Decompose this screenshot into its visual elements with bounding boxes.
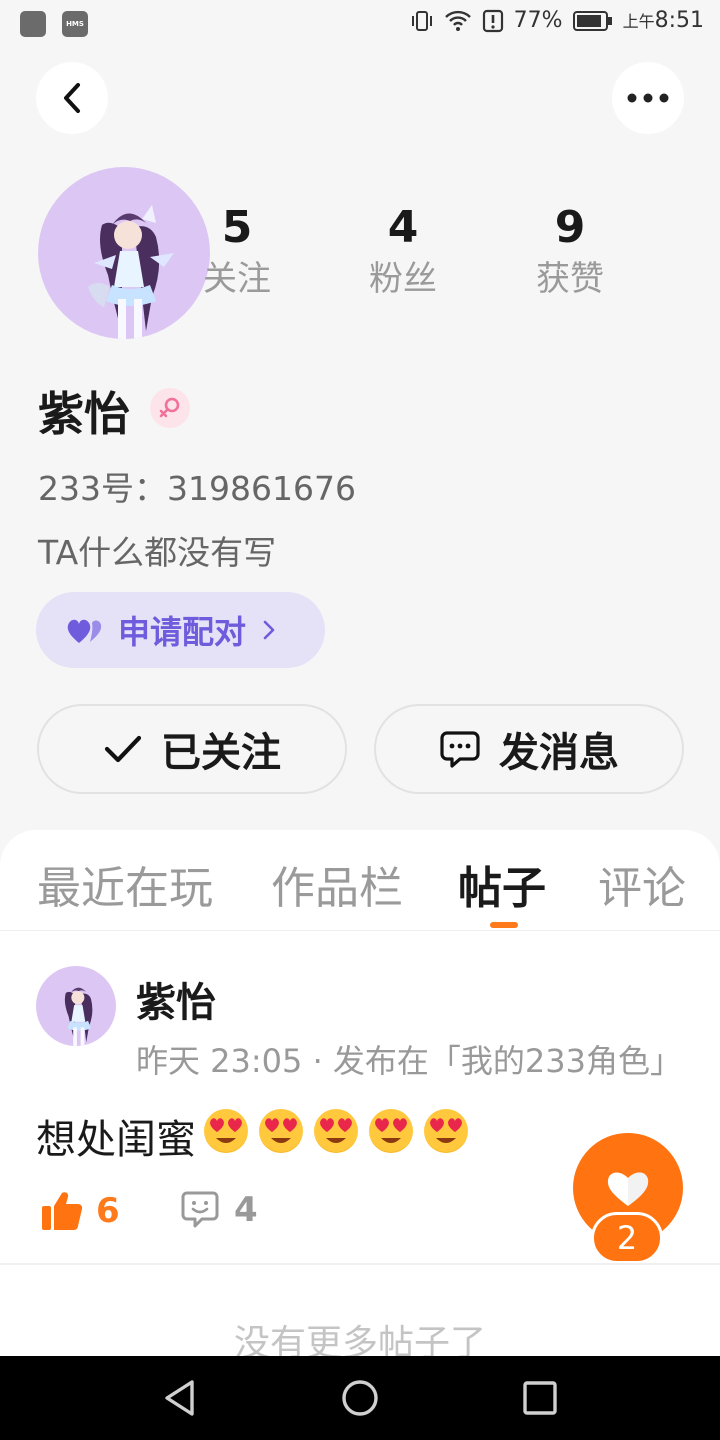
clock: 上午8:51 (622, 8, 704, 33)
comment-count: 4 (234, 1190, 258, 1230)
following-count: 5 (221, 202, 253, 253)
double-heart-icon (67, 619, 102, 643)
thumbs-up-icon (42, 1192, 83, 1230)
triangle-back-icon (165, 1380, 194, 1416)
nav-back-button[interactable] (158, 1376, 202, 1420)
like-count: 6 (96, 1191, 120, 1231)
comment-icon (181, 1191, 219, 1228)
battery-icon (572, 10, 612, 31)
send-message-label: 发消息 (499, 730, 619, 776)
tab-works[interactable]: 作品栏 (271, 852, 403, 916)
hms-icon: HMS (62, 11, 88, 37)
followers-label: 粉丝 (369, 259, 437, 299)
followed-label: 已关注 (161, 730, 281, 776)
followers-count: 4 (387, 202, 419, 253)
heart-eyes-emoji (204, 1109, 248, 1153)
post-meta: 昨天 23:05 · 发布在「我的233角色」 (136, 1042, 682, 1080)
likes-stat: 9 获赞 (510, 200, 630, 302)
tab-posts[interactable]: 帖子 (458, 852, 546, 916)
square-recents-icon (523, 1381, 557, 1415)
tab-divider (0, 930, 720, 931)
comment-button[interactable]: 4 (180, 1190, 258, 1230)
profile-name: 紫怡 (38, 387, 130, 441)
nav-home-button[interactable] (338, 1376, 382, 1420)
vibrate-icon (411, 10, 432, 31)
heart-icon (607, 1172, 649, 1206)
tab-recently-played[interactable]: 最近在玩 (37, 852, 213, 916)
tab-comments[interactable]: 评论 (598, 852, 686, 916)
post-author-avatar[interactable] (36, 966, 116, 1046)
chat-bubble-icon (440, 731, 480, 768)
back-button[interactable] (36, 62, 108, 134)
post-divider (0, 1263, 720, 1265)
likes-label: 获赞 (536, 259, 604, 299)
following-stat[interactable]: 5 关注 (177, 200, 297, 302)
more-options-button[interactable] (612, 62, 684, 134)
request-pair-label: 申请配对 (118, 613, 247, 651)
followed-button[interactable]: 已关注 (37, 704, 347, 794)
heart-eyes-emoji (314, 1109, 358, 1153)
checkmark-icon (104, 735, 142, 763)
fab-count-badge: 2 (591, 1212, 663, 1264)
heart-eyes-emoji (424, 1109, 468, 1153)
alert-icon (482, 9, 503, 32)
post-author-name[interactable]: 紫怡 (136, 970, 216, 1028)
circle-home-icon (342, 1380, 378, 1416)
battery-percent: 77% (513, 8, 563, 33)
post-body[interactable]: 想处闺蜜 (36, 1106, 471, 1166)
anime-character-avatar-image (64, 987, 93, 1046)
following-label: 关注 (203, 259, 271, 299)
status-bar-right: 77% 上午8:51 (410, 8, 704, 33)
user-id: 233号：319861676 (38, 469, 356, 508)
likes-count: 9 (554, 202, 586, 253)
profile-bio: TA什么都没有写 (38, 533, 277, 572)
chevron-right-icon (263, 620, 275, 640)
like-button[interactable]: 6 (40, 1190, 120, 1232)
wifi-icon (444, 10, 471, 31)
post-text: 想处闺蜜 (36, 1117, 196, 1163)
emoji-row (196, 1106, 471, 1166)
followers-stat[interactable]: 4 粉丝 (343, 200, 463, 302)
nav-recents-button[interactable] (518, 1376, 562, 1420)
notification-app-icon (20, 11, 46, 37)
more-dots-icon (627, 93, 669, 103)
female-gender-icon (150, 388, 190, 428)
send-message-button[interactable]: 发消息 (374, 704, 684, 794)
request-pair-button[interactable]: 申请配对 (36, 592, 325, 668)
active-tab-indicator (490, 922, 518, 928)
system-nav-bar (0, 1356, 720, 1440)
heart-eyes-emoji (369, 1109, 413, 1153)
heart-eyes-emoji (259, 1109, 303, 1153)
status-bar: HMS 77% 上午8:51 (0, 0, 720, 50)
status-bar-left: HMS (20, 11, 88, 37)
back-arrow-icon (64, 83, 80, 113)
